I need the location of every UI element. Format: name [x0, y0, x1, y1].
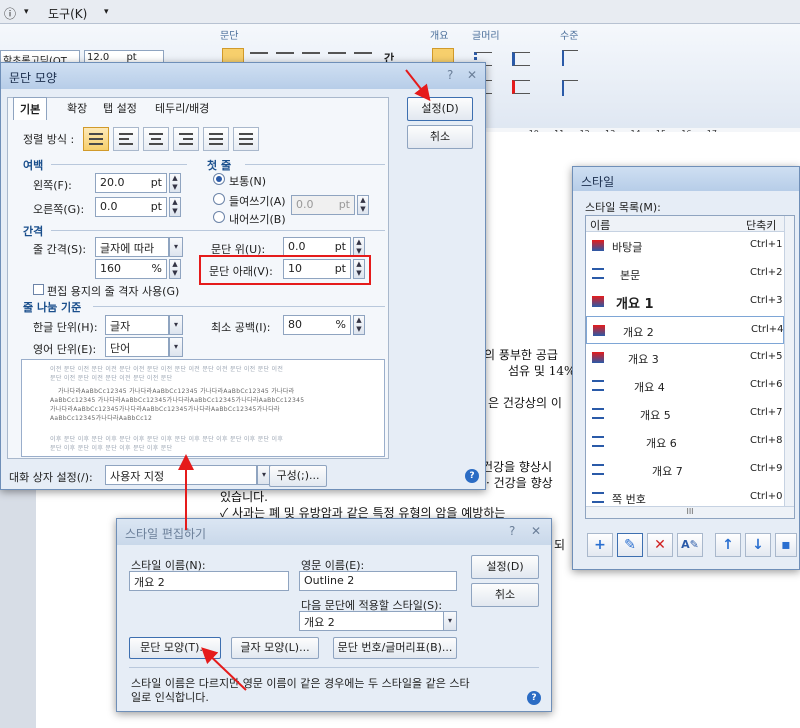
- arrow-to-paragraph-button: [201, 647, 247, 691]
- annotation-arrows: [178, 69, 431, 691]
- arrow-to-ok-button: [405, 69, 431, 102]
